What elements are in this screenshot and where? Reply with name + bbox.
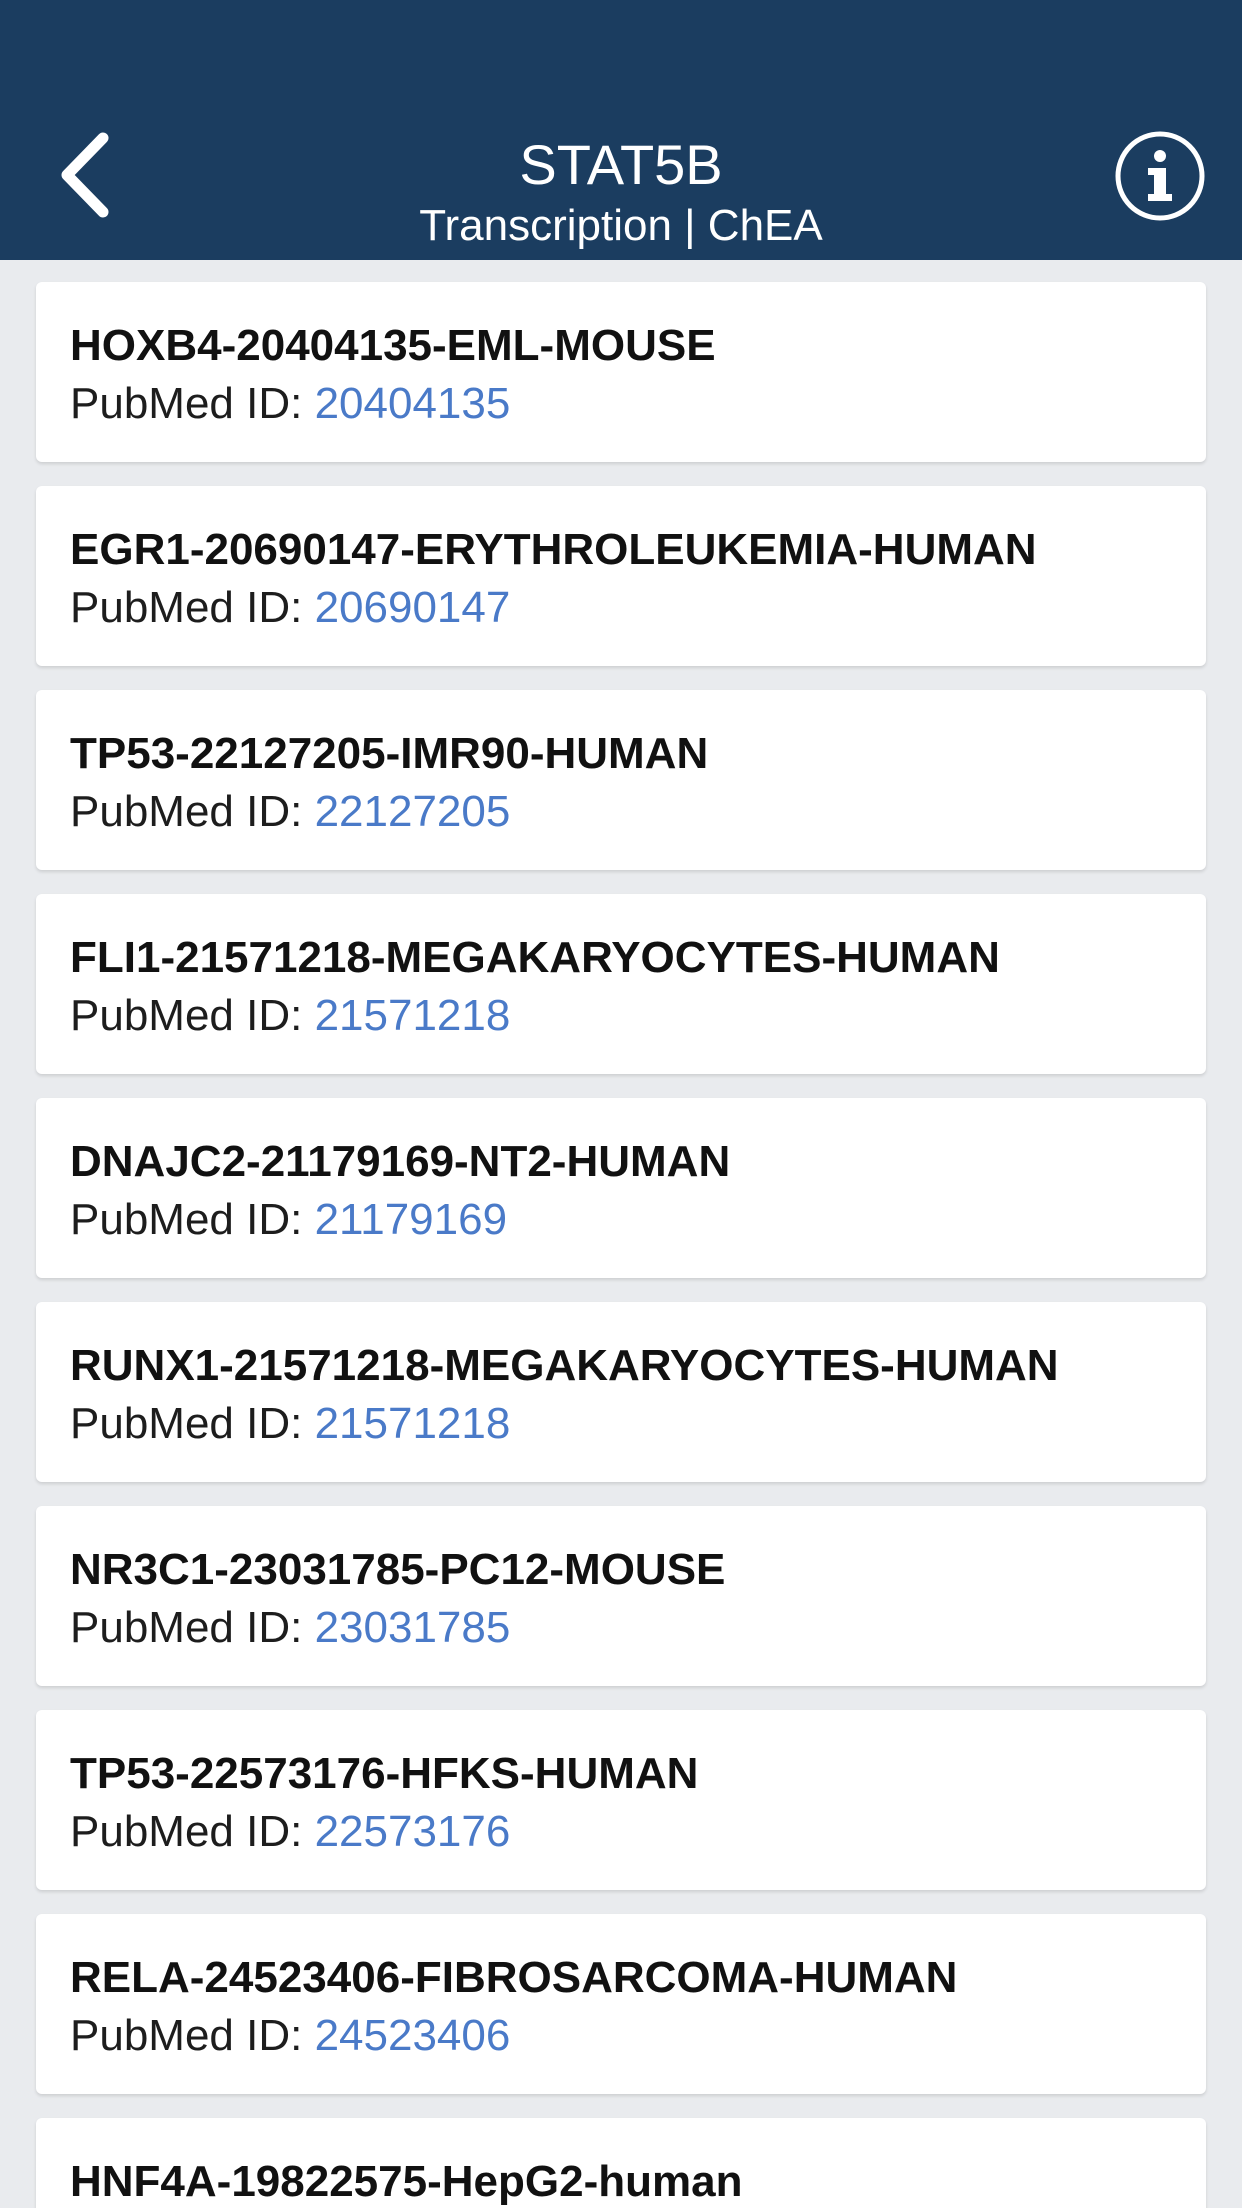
pubmed-id-link[interactable]: 21179169 [315,1195,508,1244]
info-button[interactable] [1112,128,1208,224]
list-item-title: HOXB4-20404135-EML-MOUSE [70,321,716,370]
pubmed-row: PubMed ID: 23031785 [70,1602,510,1654]
pubmed-row: PubMed ID: 21571218 [70,990,510,1042]
title-block: STAT5B Transcription | ChEA [200,130,1042,252]
pubmed-row: PubMed ID: 22573176 [70,1806,510,1858]
pubmed-label: PubMed ID: [70,2011,315,2060]
pubmed-row: PubMed ID: 21571218 [70,1398,510,1450]
list-item[interactable]: RUNX1-21571218-MEGAKARYOCYTES-HUMAN PubMe… [36,1302,1206,1482]
pubmed-label: PubMed ID: [70,1603,315,1652]
list-item[interactable]: EGR1-20690147-ERYTHROLEUKEMIA-HUMAN PubMe… [36,486,1206,666]
screen: STAT5B Transcription | ChEA HOXB4-204041… [0,0,1242,2208]
list-item-title: TP53-22127205-IMR90-HUMAN [70,729,709,778]
pubmed-label: PubMed ID: [70,991,315,1040]
list-item[interactable]: FLI1-21571218-MEGAKARYOCYTES-HUMAN PubMed… [36,894,1206,1074]
list-item[interactable]: DNAJC2-21179169-NT2-HUMAN PubMed ID: 2117… [36,1098,1206,1278]
list-item-title: HNF4A-19822575-HepG2-human [70,2157,743,2206]
list-item[interactable]: HOXB4-20404135-EML-MOUSE PubMed ID: 20404… [36,282,1206,462]
pubmed-id-link[interactable]: 22573176 [315,1807,511,1856]
pubmed-row: PubMed ID: 22127205 [70,786,510,838]
list-item-title: TP53-22573176-HFKS-HUMAN [70,1749,699,1798]
pubmed-label: PubMed ID: [70,583,315,632]
pubmed-label: PubMed ID: [70,787,315,836]
info-circle-icon [1115,131,1205,221]
chevron-left-icon [61,132,109,218]
pubmed-id-link[interactable]: 22127205 [315,787,511,836]
page-title: STAT5B [519,133,723,196]
pubmed-id-link[interactable]: 24523406 [315,2011,511,2060]
list-item[interactable]: TP53-22127205-IMR90-HUMAN PubMed ID: 2212… [36,690,1206,870]
page-subtitle: Transcription | ChEA [419,201,823,250]
pubmed-row: PubMed ID: 20404135 [70,378,510,430]
pubmed-id-link[interactable]: 20404135 [315,379,511,428]
pubmed-label: PubMed ID: [70,1195,315,1244]
pubmed-row: PubMed ID: 21179169 [70,1194,507,1246]
pubmed-id-link[interactable]: 23031785 [315,1603,511,1652]
pubmed-row: PubMed ID: 20690147 [70,582,510,634]
list-item[interactable]: TP53-22573176-HFKS-HUMAN PubMed ID: 22573… [36,1710,1206,1890]
list-item-title: EGR1-20690147-ERYTHROLEUKEMIA-HUMAN [70,525,1037,574]
list-item[interactable]: NR3C1-23031785-PC12-MOUSE PubMed ID: 2303… [36,1506,1206,1686]
list-item-title: DNAJC2-21179169-NT2-HUMAN [70,1137,731,1186]
navigation-bar: STAT5B Transcription | ChEA [0,0,1242,260]
pubmed-id-link[interactable]: 21571218 [315,991,511,1040]
list-item-title: RELA-24523406-FIBROSARCOMA-HUMAN [70,1953,958,2002]
list-item[interactable]: RELA-24523406-FIBROSARCOMA-HUMAN PubMed I… [36,1914,1206,2094]
list-item-title: FLI1-21571218-MEGAKARYOCYTES-HUMAN [70,933,1000,982]
pubmed-label: PubMed ID: [70,1807,315,1856]
pubmed-label: PubMed ID: [70,379,315,428]
pubmed-label: PubMed ID: [70,1399,315,1448]
list-item-title: NR3C1-23031785-PC12-MOUSE [70,1545,726,1594]
pubmed-id-link[interactable]: 21571218 [315,1399,511,1448]
pubmed-row: PubMed ID: 24523406 [70,2010,510,2062]
pubmed-id-link[interactable]: 20690147 [315,583,511,632]
list-item[interactable]: HNF4A-19822575-HepG2-human [36,2118,1206,2208]
list-item-title: RUNX1-21571218-MEGAKARYOCYTES-HUMAN [70,1341,1059,1390]
back-button[interactable] [40,120,130,230]
